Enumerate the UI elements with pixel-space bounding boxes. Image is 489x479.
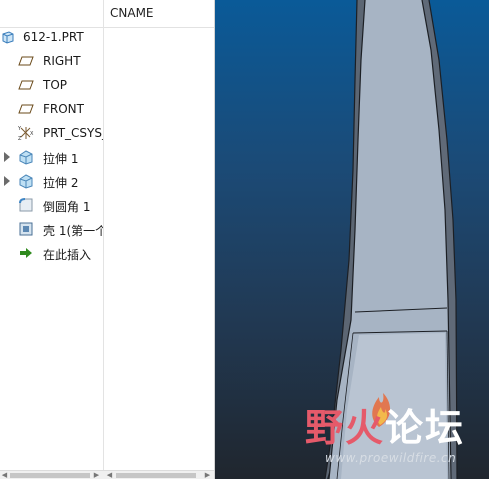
tree-item-label: 612-1.PRT: [23, 30, 84, 44]
tree-item-label: 拉伸 2: [43, 176, 79, 190]
watermark-text-part2: 论坛: [385, 406, 466, 450]
tree-item-round-1[interactable]: 倒圆角 1: [0, 194, 103, 216]
tree-item-csys[interactable]: Y X Z PRT_CSYS_: [0, 122, 103, 144]
tree-item-extrude-2[interactable]: 拉伸 2: [0, 170, 103, 192]
tree-item-label: 壳 1(第一个: [43, 224, 103, 238]
watermark: 野火论坛 www.proewildfire.cn: [305, 393, 489, 475]
part-icon: [0, 28, 16, 46]
coordinate-system-icon: Y X Z: [17, 124, 35, 142]
scrollbar-thumb-left[interactable]: [10, 473, 90, 478]
watermark-url: www.proewildfire.cn: [325, 451, 457, 465]
extrude-icon: [17, 148, 35, 166]
model-tree-column-header: CNAME: [0, 0, 215, 28]
cname-column-header[interactable]: CNAME: [110, 6, 154, 20]
expand-arrow-icon[interactable]: [4, 176, 10, 186]
tree-item-label: FRONT: [43, 102, 84, 116]
insert-here-arrow-icon: [17, 244, 35, 262]
round-icon: [17, 196, 35, 214]
scroll-left-icon[interactable]: ◀: [106, 472, 113, 479]
tree-item-shell-1[interactable]: 壳 1(第一个: [0, 218, 103, 240]
datum-plane-icon: [17, 52, 35, 70]
svg-text:X: X: [30, 131, 34, 137]
scroll-right-icon[interactable]: ▶: [93, 472, 100, 479]
tree-item-insert-here[interactable]: 在此插入: [0, 242, 103, 264]
tree-item-label: RIGHT: [43, 54, 81, 68]
tree-item-front-plane[interactable]: FRONT: [0, 98, 103, 120]
column-divider[interactable]: [103, 0, 104, 470]
watermark-logo-text: 野火论坛: [305, 397, 465, 452]
graphics-viewport[interactable]: 野火论坛 www.proewildfire.cn: [215, 0, 489, 479]
tree-item-right-plane[interactable]: RIGHT: [0, 50, 103, 72]
tree-item-label: 倒圆角 1: [43, 200, 91, 214]
datum-plane-icon: [17, 76, 35, 94]
horizontal-scrollbar[interactable]: ◀ ▶ ◀ ▶: [0, 470, 214, 479]
extrude-icon: [17, 172, 35, 190]
tree-item-label: 在此插入: [43, 248, 92, 262]
svg-text:Z: Z: [18, 136, 22, 142]
shell-icon: [17, 220, 35, 238]
tree-item-label: PRT_CSYS_: [43, 126, 103, 140]
svg-text:Y: Y: [17, 126, 22, 132]
tree-item-part[interactable]: 612-1.PRT: [0, 26, 103, 48]
expand-arrow-icon[interactable]: [4, 152, 10, 162]
datum-plane-icon: [17, 100, 35, 118]
tree-item-label: 拉伸 1: [43, 152, 79, 166]
tree-item-label: TOP: [43, 78, 68, 92]
scroll-left-icon[interactable]: ◀: [1, 472, 8, 479]
scrollbar-thumb-right[interactable]: [116, 473, 196, 478]
tree-item-top-plane[interactable]: TOP: [0, 74, 103, 96]
model-tree-panel: CNAME 612-1.PRT RIGHT TOP FRONT Y X Z PR…: [0, 0, 215, 479]
tree-item-extrude-1[interactable]: 拉伸 1: [0, 146, 103, 168]
watermark-text-part1: 野火: [305, 406, 386, 450]
scroll-right-icon[interactable]: ▶: [204, 472, 211, 479]
